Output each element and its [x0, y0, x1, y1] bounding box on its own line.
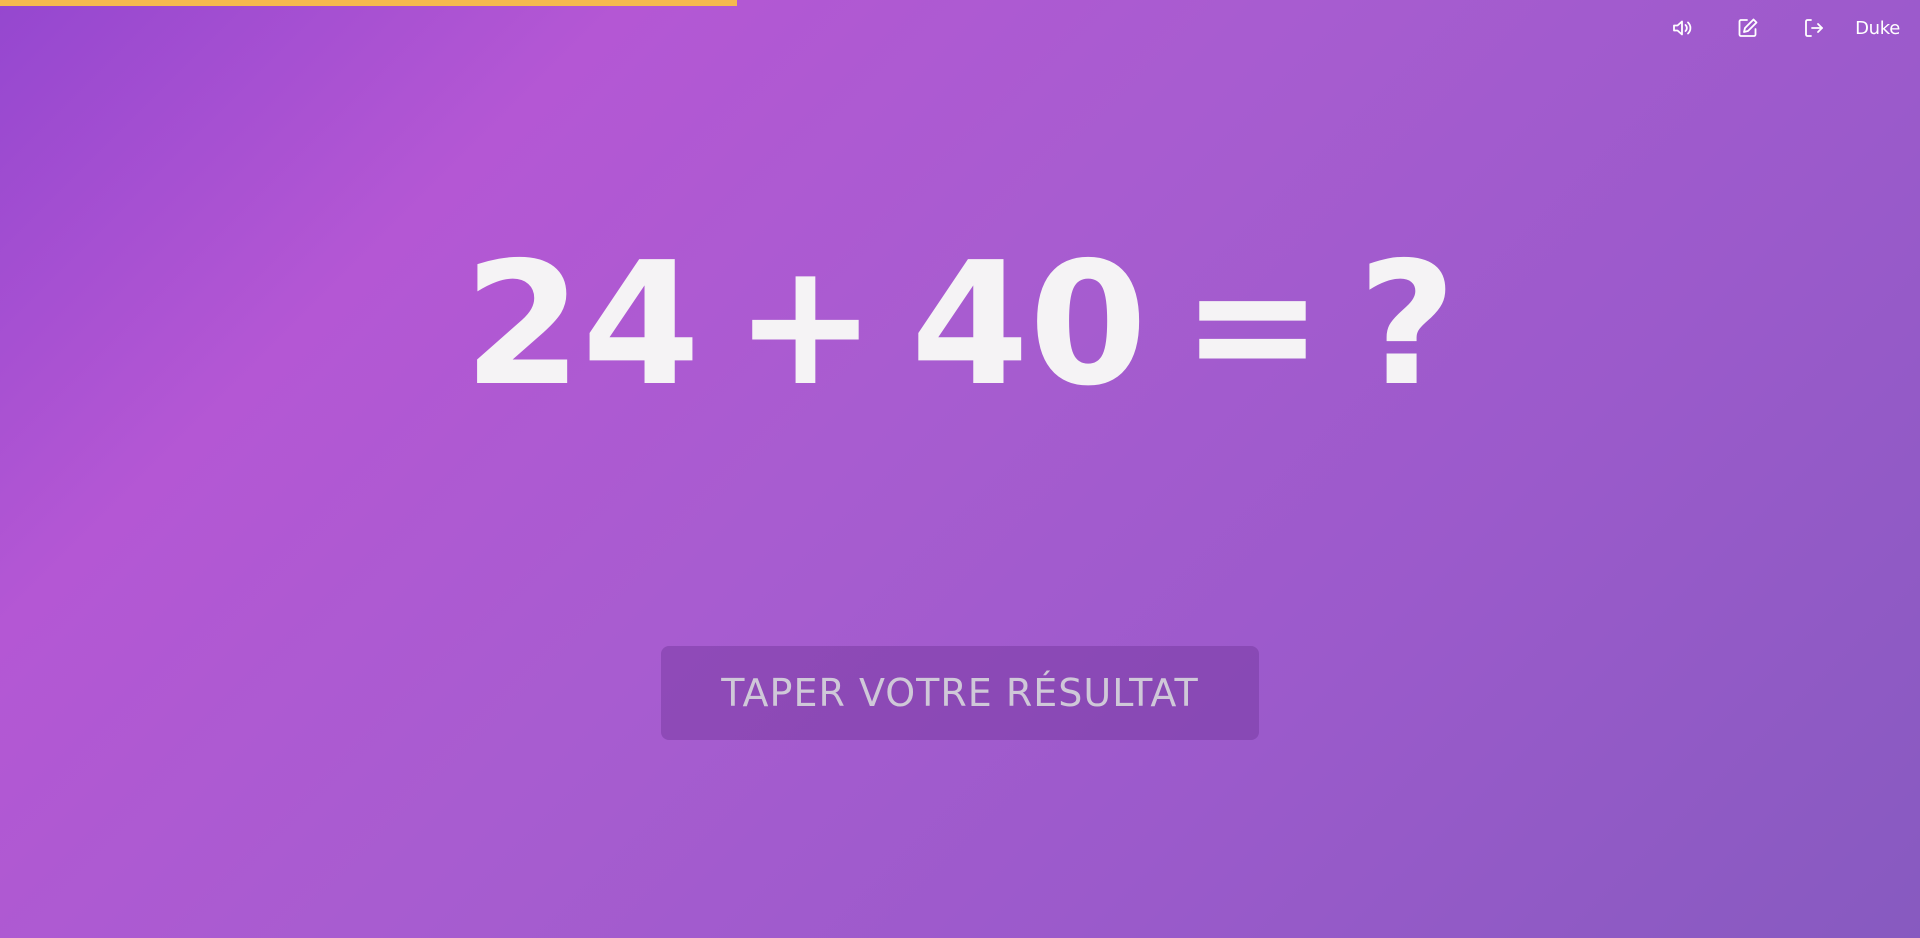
edit-icon [1738, 18, 1758, 37]
edit-button[interactable] [1715, 0, 1781, 56]
speaker-icon [1673, 20, 1692, 36]
progress-bar [0, 0, 1920, 6]
operand-b: 40 [910, 226, 1148, 424]
unknown-result: ? [1357, 226, 1457, 424]
operand-a: 24 [463, 226, 701, 424]
logout-icon [1805, 19, 1823, 37]
plus-operator: + [734, 226, 877, 424]
user-name[interactable]: Duke [1855, 18, 1900, 39]
type-answer-button[interactable]: TAPER VOTRE RÉSULTAT [661, 646, 1259, 740]
logout-button[interactable] [1781, 0, 1847, 56]
math-equation: 24 + 40 = ? [0, 240, 1920, 410]
speaker-button[interactable] [1649, 0, 1715, 56]
progress-fill [0, 0, 738, 6]
top-toolbar: Duke [1649, 0, 1920, 56]
equals-sign: = [1181, 226, 1324, 424]
type-answer-label: TAPER VOTRE RÉSULTAT [721, 671, 1199, 715]
